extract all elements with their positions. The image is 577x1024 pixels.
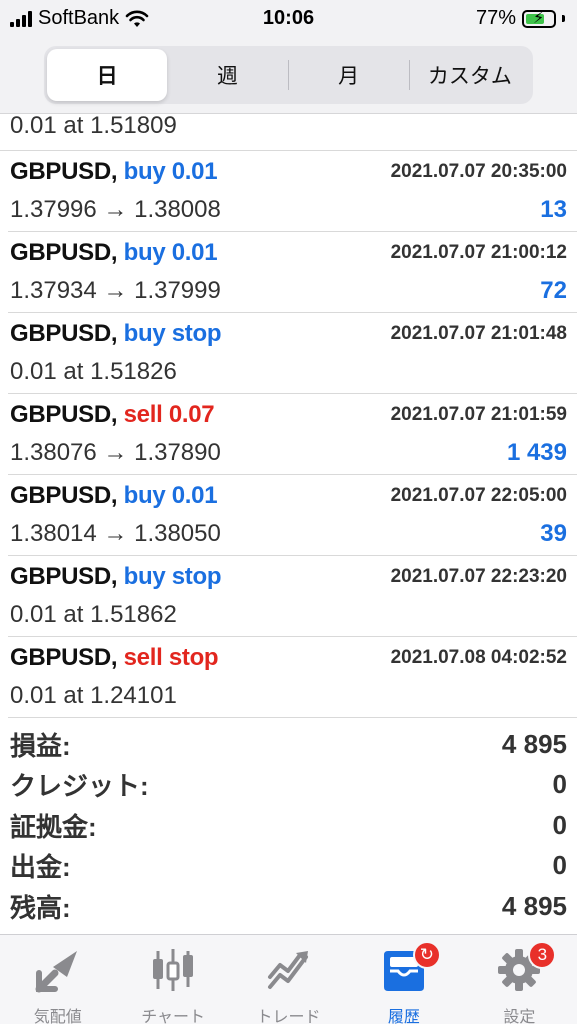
summary-label: クレジット: <box>10 771 149 802</box>
history-icon: ↻ <box>379 941 441 993</box>
tab-label: 設定 <box>503 1009 536 1024</box>
order-title: GBPUSD, buy stop <box>10 320 222 348</box>
order-action: buy 0.01 <box>123 158 218 185</box>
order-action: buy stop <box>123 563 222 590</box>
summary-label: 出金: <box>10 852 71 883</box>
settings-icon: 3 <box>494 941 557 993</box>
trade-icon <box>264 947 314 993</box>
order-detail: 0.01 at 1.51809 <box>10 114 177 139</box>
order-time: 2021.07.07 21:00:12 <box>390 242 567 263</box>
settings-notification-badge: 3 <box>528 941 557 969</box>
order-profit: 1 439 <box>506 439 567 466</box>
order-title: GBPUSD, sell 0.07 <box>10 401 215 429</box>
summary-label: 証拠金: <box>10 811 97 842</box>
order-symbol: GBPUSD, <box>10 158 118 185</box>
order-symbol: GBPUSD, <box>10 320 118 347</box>
status-bar: SoftBank 10:06 77% ⚡ <box>0 0 577 38</box>
tab-chart[interactable]: チャート <box>115 935 230 1024</box>
order-action: buy stop <box>123 320 222 347</box>
period-tab-month[interactable]: 月 <box>289 49 409 101</box>
summary-row: 残高: 4 895 <box>0 886 577 927</box>
account-summary: 損益: 4 895 クレジット: 0 証拠金: 0 出金: 0 残高: 4 895 <box>0 724 577 927</box>
list-item[interactable]: GBPUSD, sell stop 2021.07.08 04:02:52 0.01… <box>8 637 577 718</box>
order-symbol: GBPUSD, <box>10 482 118 509</box>
summary-row: 証拠金: 0 <box>0 805 577 846</box>
order-time: 2021.07.07 20:35:00 <box>390 161 567 182</box>
order-time: 2021.07.07 21:01:48 <box>390 323 567 344</box>
order-symbol: GBPUSD, <box>10 563 118 590</box>
tab-label: トレード <box>256 1009 321 1024</box>
tab-trade[interactable]: トレード <box>231 935 346 1024</box>
period-header: 日 週 月 カスタム <box>0 38 577 114</box>
history-refresh-badge: ↻ <box>412 941 441 969</box>
period-tab-custom[interactable]: カスタム <box>410 49 530 101</box>
order-title: GBPUSD, buy 0.01 <box>10 482 218 510</box>
period-segmented-control: 日 週 月 カスタム <box>44 46 533 104</box>
list-item[interactable]: GBPUSD, buy 0.01 2021.07.07 21:00:12 1.379… <box>8 232 577 313</box>
order-detail: 1.38076 → 1.37890 <box>10 439 221 466</box>
list-item[interactable]: GBPUSD, buy stop 2021.07.07 22:23:20 0.01 … <box>8 556 577 637</box>
tab-label: 気配値 <box>33 1009 82 1024</box>
order-action: sell stop <box>123 644 219 671</box>
chart-icon <box>148 947 198 993</box>
order-time: 2021.07.07 21:01:59 <box>390 404 567 425</box>
order-action: sell 0.07 <box>123 401 215 428</box>
order-detail: 1.37996 → 1.38008 <box>10 196 221 223</box>
battery-percent: 77% <box>475 7 516 29</box>
bottom-tab-bar: 気配値 チャート トレード ↻ 履歴 3 設定 <box>0 934 577 1024</box>
summary-value: 4 895 <box>501 728 567 759</box>
order-time: 2021.07.07 22:05:00 <box>390 485 567 506</box>
tab-quotes[interactable]: 気配値 <box>0 935 115 1024</box>
order-title: GBPUSD, buy 0.01 <box>10 158 218 186</box>
order-profit: 13 <box>540 196 567 223</box>
summary-label: 損益: <box>10 730 71 761</box>
summary-value: 0 <box>552 809 567 840</box>
order-symbol: GBPUSD, <box>10 401 118 428</box>
order-symbol: GBPUSD, <box>10 644 118 671</box>
order-time: 2021.07.07 22:23:20 <box>390 566 567 587</box>
order-detail: 0.01 at 1.51862 <box>10 601 177 628</box>
list-item[interactable]: GBPUSD, buy 0.01 2021.07.07 20:35:00 1.379… <box>8 151 577 232</box>
summary-value: 0 <box>552 850 567 881</box>
list-item-partial[interactable]: 0.01 at 1.51809 <box>0 114 577 151</box>
order-detail: 1.38014 → 1.38050 <box>10 520 221 547</box>
period-tab-week[interactable]: 週 <box>167 49 287 101</box>
order-title: GBPUSD, sell stop <box>10 644 219 672</box>
period-tab-day[interactable]: 日 <box>47 49 168 101</box>
order-time: 2021.07.08 04:02:52 <box>390 647 567 668</box>
order-detail: 1.37934 → 1.37999 <box>10 277 221 304</box>
battery-icon: ⚡ <box>522 9 556 28</box>
tab-settings[interactable]: 3 設定 <box>462 935 577 1024</box>
order-action: buy 0.01 <box>123 482 218 509</box>
tab-history[interactable]: ↻ 履歴 <box>346 935 461 1024</box>
order-profit: 72 <box>540 277 567 304</box>
list-item[interactable]: GBPUSD, sell 0.07 2021.07.07 21:01:59 1.38… <box>8 394 577 475</box>
order-profit: 39 <box>540 520 567 547</box>
quotes-icon <box>33 947 83 993</box>
list-item[interactable]: GBPUSD, buy 0.01 2021.07.07 22:05:00 1.380… <box>8 475 577 556</box>
summary-value: 0 <box>552 769 567 800</box>
list-item[interactable]: GBPUSD, buy stop 2021.07.07 21:01:48 0.01 … <box>8 313 577 394</box>
summary-value: 4 895 <box>501 890 567 921</box>
summary-row: 損益: 4 895 <box>0 724 577 765</box>
tab-label: チャート <box>141 1009 206 1024</box>
order-title: GBPUSD, buy stop <box>10 563 222 591</box>
order-action: buy 0.01 <box>123 239 218 266</box>
order-detail: 0.01 at 1.51826 <box>10 358 177 385</box>
tab-label: 履歴 <box>387 1009 420 1024</box>
battery-tip <box>562 15 565 22</box>
order-title: GBPUSD, buy 0.01 <box>10 239 218 267</box>
order-detail: 0.01 at 1.24101 <box>10 682 177 709</box>
order-symbol: GBPUSD, <box>10 239 118 266</box>
summary-row: クレジット: 0 <box>0 765 577 806</box>
history-list[interactable]: 0.01 at 1.51809 GBPUSD, buy 0.01 2021.07.… <box>0 114 577 718</box>
summary-row: 出金: 0 <box>0 846 577 887</box>
status-right: 77% ⚡ <box>476 7 565 30</box>
summary-label: 残高: <box>10 892 71 923</box>
